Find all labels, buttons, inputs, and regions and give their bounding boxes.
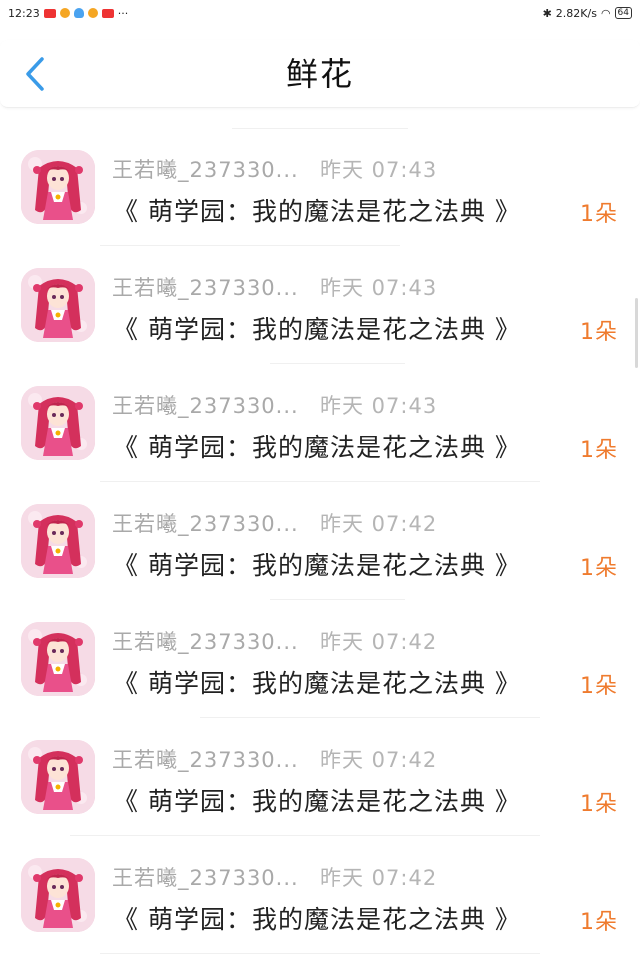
divider — [100, 953, 540, 954]
notification-app-icon — [43, 8, 56, 18]
anime-girl-avatar-icon — [21, 386, 95, 460]
status-left: 12:23 ··· — [8, 7, 128, 20]
timestamp: 昨天 07:42 — [320, 866, 438, 890]
timestamp: 昨天 07:43 — [320, 394, 438, 418]
book-title: 《 萌学园：我的魔法是花之法典 》 — [113, 197, 521, 226]
timestamp: 昨天 07:43 — [320, 276, 438, 300]
notification-app-icon — [101, 8, 114, 18]
sender-name: 王若曦_237330... — [112, 394, 299, 418]
status-right: ✱ 2.82K/s ◠ 64 — [543, 7, 632, 20]
battery-indicator: 64 — [614, 7, 632, 19]
timestamp: 昨天 07:42 — [320, 748, 438, 772]
timestamp: 昨天 07:42 — [320, 512, 438, 536]
avatar[interactable] — [21, 504, 95, 578]
avatar[interactable] — [21, 150, 95, 224]
flower-count: 1朵 — [580, 910, 618, 935]
list-item[interactable]: 王若曦_237330... 昨天 07:42 《 萌学园：我的魔法是花之法典 》… — [0, 482, 640, 600]
header: 鲜花 — [0, 40, 640, 108]
flower-count: 1朵 — [580, 674, 618, 699]
list-item[interactable]: 王若曦_237330... 昨天 07:42 《 萌学园：我的魔法是花之法典 》… — [0, 600, 640, 718]
network-speed: 2.82K/s — [555, 6, 597, 20]
list-item[interactable]: 王若曦_237330... 昨天 07:42 《 萌学园：我的魔法是花之法典 》… — [0, 718, 640, 836]
sender-name: 王若曦_237330... — [112, 866, 299, 890]
home-indicator — [220, 964, 420, 968]
anime-girl-avatar-icon — [21, 740, 95, 814]
book-title: 《 萌学园：我的魔法是花之法典 》 — [113, 433, 521, 462]
more-notifications-icon: ··· — [117, 6, 129, 20]
avatar[interactable] — [21, 386, 95, 460]
list-item[interactable]: 王若曦_237330... 昨天 07:42 《 萌学园：我的魔法是花之法典 》… — [0, 836, 640, 954]
flower-count: 1朵 — [580, 792, 618, 817]
page-title: 鲜花 — [285, 55, 354, 93]
bluetooth-icon: ✱ — [542, 6, 552, 20]
sender-name: 王若曦_237330... — [112, 630, 299, 654]
book-title: 《 萌学园：我的魔法是花之法典 》 — [113, 787, 521, 816]
book-title: 《 萌学园：我的魔法是花之法典 》 — [113, 669, 521, 698]
cloud-icon — [73, 8, 84, 18]
timestamp: 昨天 07:42 — [320, 630, 438, 654]
timestamp: 昨天 07:43 — [320, 158, 438, 182]
anime-girl-avatar-icon — [21, 150, 95, 224]
sender-name: 王若曦_237330... — [112, 512, 299, 536]
scrollbar[interactable] — [635, 298, 638, 368]
anime-girl-avatar-icon — [21, 504, 95, 578]
flower-count: 1朵 — [580, 556, 618, 581]
sender-name: 王若曦_237330... — [112, 748, 299, 772]
list-item[interactable]: 王若曦_237330... 昨天 07:43 《 萌学园：我的魔法是花之法典 》… — [0, 364, 640, 482]
status-bar: 12:23 ··· ✱ 2.82K/s ◠ 64 — [0, 0, 640, 26]
avatar[interactable] — [21, 858, 95, 932]
book-title: 《 萌学园：我的魔法是花之法典 》 — [113, 551, 521, 580]
list-item[interactable]: 王若曦_237330... 昨天 07:43 《 萌学园：我的魔法是花之法典 》… — [0, 246, 640, 364]
anime-girl-avatar-icon — [21, 858, 95, 932]
avatar[interactable] — [21, 268, 95, 342]
anime-girl-avatar-icon — [21, 622, 95, 696]
book-title: 《 萌学园：我的魔法是花之法典 》 — [113, 315, 521, 344]
avatar[interactable] — [21, 622, 95, 696]
weibo-icon — [87, 8, 98, 18]
weibo-icon — [59, 8, 70, 18]
book-title: 《 萌学园：我的魔法是花之法典 》 — [113, 905, 521, 934]
avatar[interactable] — [21, 740, 95, 814]
sender-name: 王若曦_237330... — [112, 276, 299, 300]
clock: 12:23 — [8, 6, 40, 20]
flower-count: 1朵 — [580, 438, 618, 463]
list-item[interactable]: 王若曦_237330... 昨天 07:43 《 萌学园：我的魔法是花之法典 》… — [0, 128, 640, 246]
wifi-icon: ◠ — [600, 6, 611, 20]
flower-count: 1朵 — [580, 202, 618, 227]
flower-record-list: 王若曦_237330... 昨天 07:43 《 萌学园：我的魔法是花之法典 》… — [0, 128, 640, 954]
flower-count: 1朵 — [580, 320, 618, 345]
anime-girl-avatar-icon — [21, 268, 95, 342]
sender-name: 王若曦_237330... — [112, 158, 299, 182]
